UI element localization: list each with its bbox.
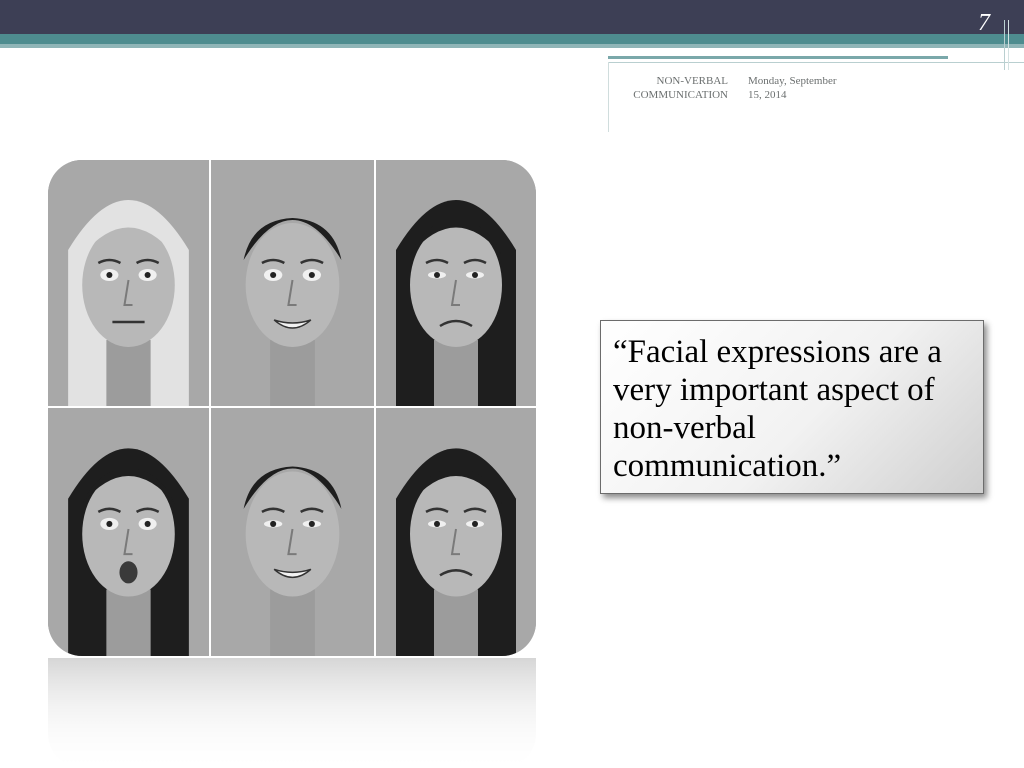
header-topic: NON-VERBAL COMMUNICATION bbox=[633, 75, 728, 101]
slide: 7 NON-VERBAL COMMUNICATION Monday, Septe… bbox=[0, 0, 1024, 768]
header-rule-thin bbox=[608, 62, 1024, 63]
header-rule bbox=[608, 56, 948, 59]
corner-rule bbox=[1004, 20, 1005, 70]
quote-box: “Facial expressions are a very important… bbox=[600, 320, 984, 494]
accent-bar-light bbox=[0, 44, 1024, 48]
face-photo bbox=[48, 408, 209, 656]
reflection-fade bbox=[48, 658, 536, 768]
slide-number: 7 bbox=[978, 10, 990, 36]
face-photo bbox=[48, 160, 209, 406]
header-date: Monday, September 15, 2014 bbox=[748, 75, 837, 101]
face-photo bbox=[211, 408, 374, 656]
photo-reflection bbox=[48, 658, 536, 768]
face-photo-icon bbox=[211, 408, 374, 656]
header-divider bbox=[608, 62, 609, 132]
top-bar bbox=[0, 0, 1024, 34]
corner-rule-light bbox=[1008, 20, 1009, 70]
face-photo-icon bbox=[48, 408, 209, 656]
face-photo-icon bbox=[376, 160, 536, 406]
accent-bar bbox=[0, 34, 1024, 44]
photo-grid bbox=[48, 160, 536, 656]
facial-expressions-photo bbox=[48, 160, 536, 656]
face-photo-icon bbox=[211, 160, 374, 406]
face-photo-icon bbox=[376, 408, 536, 656]
face-photo bbox=[211, 160, 374, 406]
face-photo bbox=[376, 408, 536, 656]
face-photo-icon bbox=[48, 160, 209, 406]
quote-text: “Facial expressions are a very important… bbox=[613, 334, 942, 484]
face-photo bbox=[376, 160, 536, 406]
